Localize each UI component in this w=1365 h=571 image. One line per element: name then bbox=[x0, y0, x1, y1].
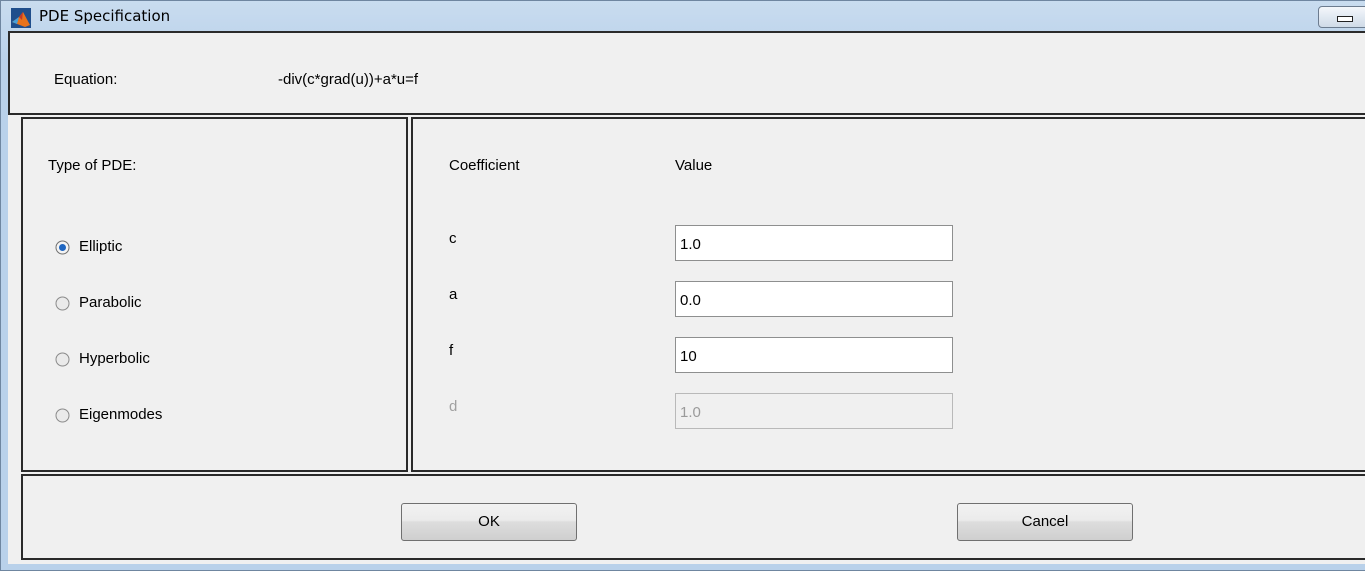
button-panel: OK Cancel bbox=[21, 474, 1365, 560]
coefficient-d-field: 1.0 bbox=[675, 393, 953, 429]
coefficient-column-header: Coefficient bbox=[449, 157, 520, 174]
title-bar[interactable]: PDE Specification bbox=[1, 1, 1365, 31]
pde-type-panel: Type of PDE: Elliptic Parabolic Hyperbol bbox=[21, 117, 408, 472]
radio-label-hyperbolic: Hyperbolic bbox=[79, 350, 150, 367]
equation-value: -div(c*grad(u))+a*u=f bbox=[278, 71, 419, 88]
minimize-button[interactable] bbox=[1318, 6, 1365, 28]
coefficient-f-field[interactable]: 10 bbox=[675, 337, 953, 373]
radio-label-parabolic: Parabolic bbox=[79, 294, 142, 311]
radio-unselected-icon[interactable] bbox=[55, 352, 70, 367]
coefficient-name-d: d bbox=[449, 398, 458, 415]
window-title: PDE Specification bbox=[39, 7, 171, 25]
radio-label-elliptic: Elliptic bbox=[79, 238, 123, 255]
coefficient-name-a: a bbox=[449, 286, 458, 303]
coefficient-name-c: c bbox=[449, 230, 457, 247]
cancel-button[interactable]: Cancel bbox=[957, 503, 1133, 541]
coefficient-a-field[interactable]: 0.0 bbox=[675, 281, 953, 317]
minimize-icon bbox=[1337, 16, 1353, 22]
value-column-header: Value bbox=[675, 157, 713, 174]
radio-unselected-icon[interactable] bbox=[55, 296, 70, 311]
dialog-client-area: Equation: -div(c*grad(u))+a*u=f Type of … bbox=[8, 31, 1365, 564]
equation-label: Equation: bbox=[54, 71, 118, 88]
radio-unselected-icon[interactable] bbox=[55, 408, 70, 423]
pde-type-heading: Type of PDE: bbox=[48, 157, 137, 174]
equation-panel: Equation: -div(c*grad(u))+a*u=f bbox=[8, 31, 1365, 115]
matlab-logo-icon bbox=[11, 8, 31, 28]
coefficient-panel: Coefficient Value c 1.0 a 0.0 f 10 d 1.0 bbox=[411, 117, 1365, 472]
ok-button[interactable]: OK bbox=[401, 503, 577, 541]
coefficient-c-field[interactable]: 1.0 bbox=[675, 225, 953, 261]
coefficient-name-f: f bbox=[449, 342, 454, 359]
radio-selected-icon[interactable] bbox=[55, 240, 70, 255]
radio-label-eigenmodes: Eigenmodes bbox=[79, 406, 163, 423]
pde-specification-window: PDE Specification Equation: -div(c*grad(… bbox=[0, 0, 1365, 571]
